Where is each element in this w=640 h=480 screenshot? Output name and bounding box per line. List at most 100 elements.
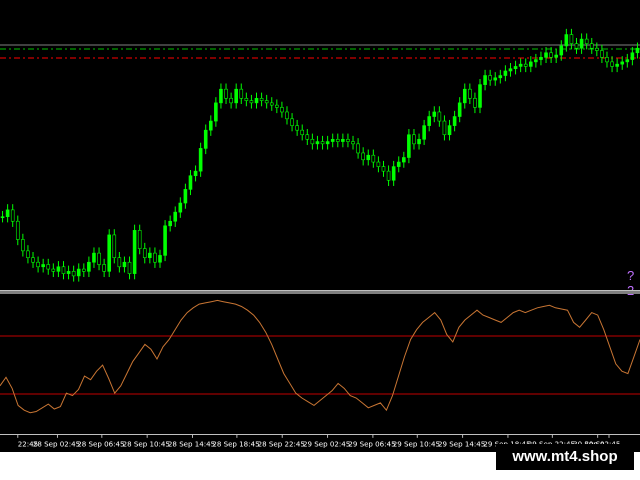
candle-body	[310, 138, 315, 145]
candle-body	[503, 70, 508, 76]
candle-body	[234, 88, 238, 104]
candle-body	[488, 75, 492, 81]
candle-body	[361, 152, 365, 161]
candle-body	[574, 43, 579, 49]
oscillator-line	[0, 299, 640, 414]
candle-body	[498, 75, 503, 79]
candle-body	[523, 63, 528, 67]
candle-body	[254, 98, 259, 104]
candle-body	[142, 248, 147, 258]
candle-body	[452, 116, 457, 126]
candle-body	[193, 170, 198, 177]
candle-body	[117, 257, 122, 268]
candle-body	[31, 257, 35, 263]
candle-body	[269, 102, 274, 106]
time-axis-tick-label: 28 Sep 22:45	[258, 439, 305, 448]
candle-body	[447, 125, 452, 136]
trading-terminal: ?2 22:4528 Sep 02:4528 Sep 06:4528 Sep 1…	[0, 0, 640, 480]
candle-body	[97, 252, 101, 265]
time-axis-tick-label: 28 Sep 18:45	[212, 439, 259, 448]
candle-body	[605, 57, 609, 63]
candle-body	[112, 234, 117, 258]
candle-body	[300, 129, 305, 136]
candlestick-series	[0, 28, 640, 282]
candle-body	[534, 59, 538, 63]
candle-body	[5, 209, 10, 217]
candle-body	[315, 141, 320, 145]
candle-body	[539, 57, 543, 60]
candle-body	[295, 125, 299, 131]
candle-body	[173, 211, 178, 222]
candle-body	[208, 120, 213, 131]
candle-body	[635, 47, 640, 54]
candle-body	[595, 47, 599, 51]
candle-body	[127, 261, 132, 274]
candle-body	[589, 43, 594, 49]
candle-body	[610, 61, 614, 67]
candle-body	[280, 107, 284, 113]
candle-body	[10, 209, 15, 222]
candle-body	[335, 138, 340, 142]
candle-body	[71, 271, 76, 277]
candle-body	[432, 111, 437, 117]
candle-body	[518, 63, 523, 67]
candle-body	[422, 125, 426, 140]
candle-body	[148, 252, 152, 258]
candle-body	[163, 225, 167, 256]
candle-body	[559, 45, 564, 56]
candle-body	[219, 88, 223, 104]
candle-body	[549, 52, 553, 58]
candle-body	[198, 148, 203, 172]
candle-body	[66, 271, 71, 274]
candle-body	[584, 38, 589, 44]
candle-body	[61, 266, 66, 274]
candle-body	[478, 84, 482, 108]
candle-body	[615, 63, 619, 67]
time-axis-tick-label: 29 Sep 02:45	[303, 439, 350, 448]
candle-body	[275, 104, 279, 108]
candle-body	[0, 216, 5, 218]
candle-body	[168, 220, 172, 227]
price-chart[interactable]	[0, 0, 640, 290]
candle-body	[569, 34, 574, 44]
candle-body	[620, 61, 625, 65]
candle-body	[41, 264, 45, 268]
candle-body	[554, 54, 558, 58]
candle-body	[376, 161, 381, 167]
candle-body	[87, 261, 91, 272]
candle-body	[21, 239, 25, 252]
candle-body	[264, 100, 269, 104]
candle-body	[229, 98, 233, 104]
candle-body	[473, 98, 477, 108]
candle-body	[402, 157, 406, 163]
candle-body	[122, 261, 127, 268]
time-axis-tick-label: 28 Sep 10:45	[123, 439, 170, 448]
candle-body	[371, 154, 376, 163]
candle-body	[544, 52, 548, 58]
candle-body	[437, 111, 442, 122]
oscillator-chart[interactable]	[0, 294, 640, 434]
candle-body	[391, 166, 396, 181]
candle-body	[417, 138, 421, 145]
time-axis-tick-label: 28 Sep 06:45	[77, 439, 124, 448]
candle-body	[508, 68, 513, 72]
candle-body	[56, 266, 61, 272]
candle-body	[412, 134, 416, 145]
time-axis-tick-label: 29 Sep 10:45	[393, 439, 440, 448]
candle-body	[330, 138, 335, 142]
candle-body	[224, 88, 228, 99]
candle-body	[290, 118, 294, 126]
candle-body	[36, 261, 40, 268]
candle-body	[351, 141, 355, 145]
candle-body	[625, 59, 630, 63]
candle-body	[564, 34, 569, 47]
candle-body	[325, 141, 330, 145]
time-axis-tick-label: 29 Sep 06:45	[348, 439, 395, 448]
candle-body	[183, 189, 188, 204]
candle-body	[188, 175, 193, 190]
watermark-label: www.mt4.shop	[496, 444, 634, 470]
candle-body	[407, 134, 411, 158]
candle-body	[46, 264, 51, 270]
candle-body	[513, 66, 518, 70]
candle-body	[259, 98, 264, 101]
